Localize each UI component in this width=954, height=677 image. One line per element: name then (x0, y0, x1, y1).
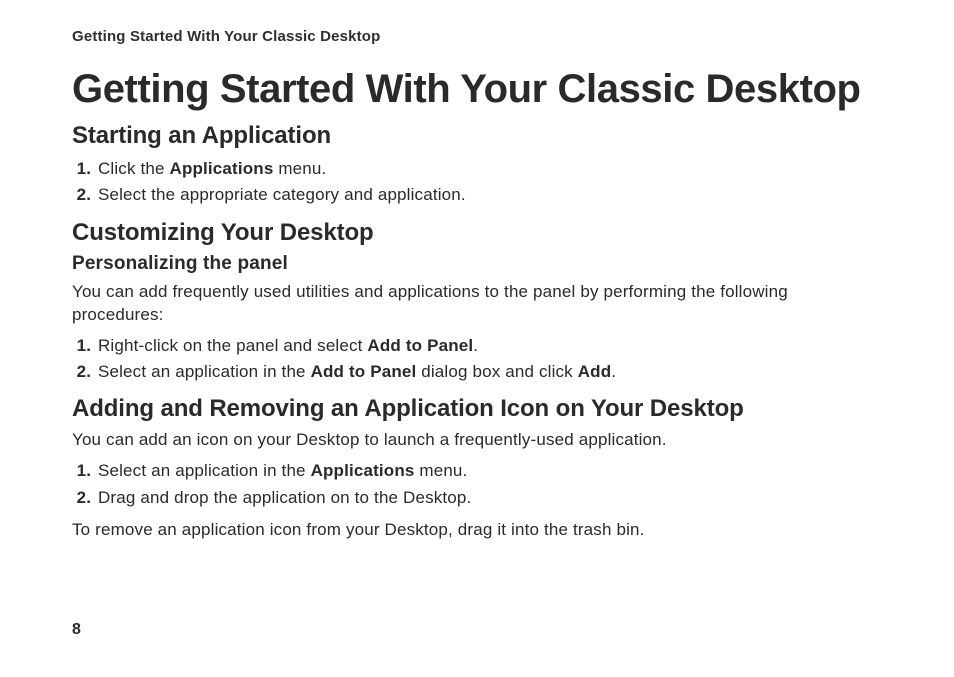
section-heading-starting-application: Starting an Application (72, 122, 882, 150)
running-header: Getting Started With Your Classic Deskto… (72, 28, 882, 45)
intro-paragraph: You can add an icon on your Desktop to l… (72, 429, 882, 452)
outro-paragraph: To remove an application icon from your … (72, 519, 882, 542)
bold-text: Applications (170, 159, 274, 178)
step-text: Right-click on the panel and select (98, 336, 367, 355)
document-page: Getting Started With Your Classic Deskto… (0, 0, 954, 677)
steps-starting-application: Click the Applications menu. Select the … (72, 156, 882, 209)
step-item: Select the appropriate category and appl… (96, 182, 882, 208)
page-number: 8 (72, 621, 81, 639)
step-text: Drag and drop the application on to the … (98, 488, 471, 507)
steps-personalizing-panel: Right-click on the panel and select Add … (72, 333, 882, 386)
step-text: menu. (415, 461, 468, 480)
step-text: Select the appropriate category and appl… (98, 185, 466, 204)
step-text: Click the (98, 159, 170, 178)
intro-paragraph: You can add frequently used utilities an… (72, 281, 882, 327)
bold-text: Add to Panel (367, 336, 473, 355)
subsection-heading-personalizing-panel: Personalizing the panel (72, 253, 882, 275)
page-title: Getting Started With Your Classic Deskto… (72, 67, 882, 112)
steps-adding-removing-icon: Select an application in the Application… (72, 458, 882, 511)
step-item: Right-click on the panel and select Add … (96, 333, 882, 359)
step-text: dialog box and click (416, 362, 577, 381)
step-text: . (611, 362, 616, 381)
step-text: Select an application in the (98, 461, 311, 480)
bold-text: Applications (311, 461, 415, 480)
step-item: Select an application in the Application… (96, 458, 882, 484)
step-item: Drag and drop the application on to the … (96, 485, 882, 511)
section-heading-customizing-desktop: Customizing Your Desktop (72, 219, 882, 247)
bold-text: Add (578, 362, 612, 381)
step-item: Select an application in the Add to Pane… (96, 359, 882, 385)
step-text: . (473, 336, 478, 355)
bold-text: Add to Panel (311, 362, 417, 381)
step-text: Select an application in the (98, 362, 311, 381)
section-heading-adding-removing-icon: Adding and Removing an Application Icon … (72, 395, 882, 423)
step-text: menu. (273, 159, 326, 178)
step-item: Click the Applications menu. (96, 156, 882, 182)
